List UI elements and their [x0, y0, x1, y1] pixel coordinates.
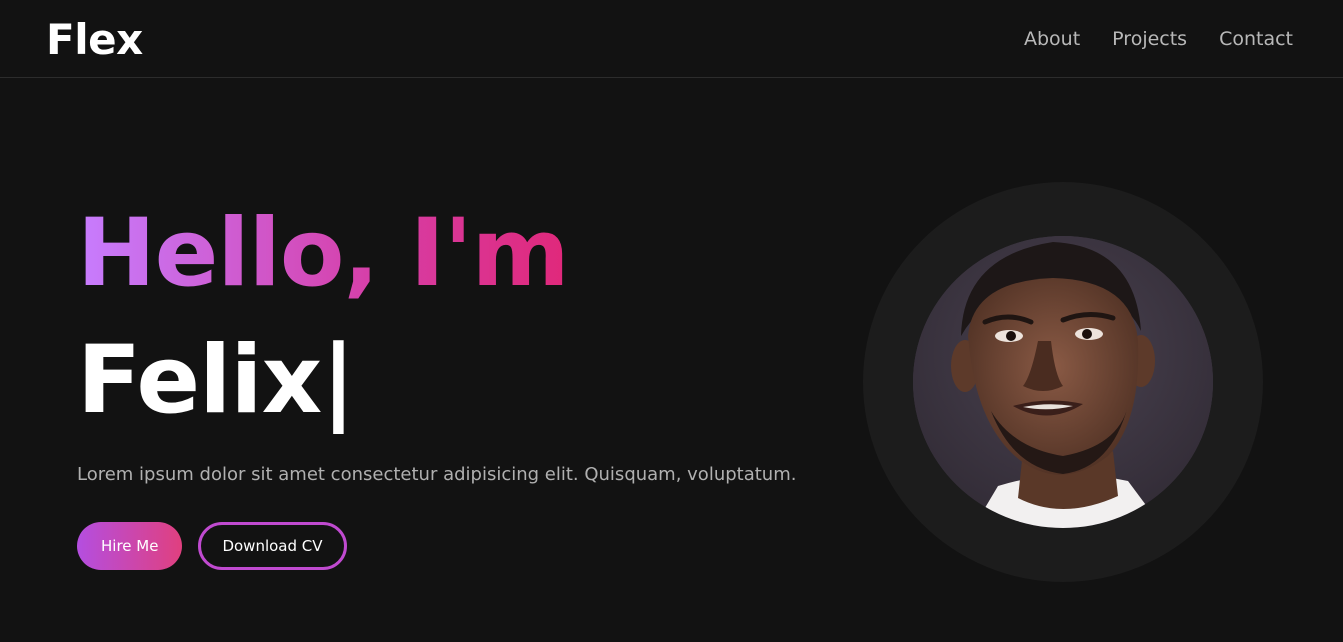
profile-portrait-image [913, 236, 1213, 528]
hero-actions: Hire Me Download CV [77, 522, 817, 570]
profile-photo [913, 236, 1213, 528]
hire-me-button[interactable]: Hire Me [77, 522, 183, 570]
hero-description: Lorem ipsum dolor sit amet consectetur a… [77, 464, 797, 485]
nav-links: About Projects Contact [1024, 26, 1293, 52]
navbar: Flex About Projects Contact [0, 0, 1343, 78]
hero-intro: Hello, I'm Felix| Lorem ipsum dolor sit … [77, 196, 817, 570]
nav-link-contact[interactable]: Contact [1219, 26, 1293, 52]
profile-photo-ring [863, 182, 1263, 582]
nav-link-about[interactable]: About [1024, 26, 1080, 52]
download-cv-button[interactable]: Download CV [198, 522, 347, 570]
hero-name-line: Felix| [77, 322, 817, 440]
hero-greeting: Hello, I'm [77, 196, 570, 312]
brand-logo[interactable]: Flex [46, 14, 143, 66]
hero-name: Felix [77, 326, 322, 435]
nav-link-projects[interactable]: Projects [1112, 26, 1187, 52]
typing-cursor: | [321, 326, 355, 435]
